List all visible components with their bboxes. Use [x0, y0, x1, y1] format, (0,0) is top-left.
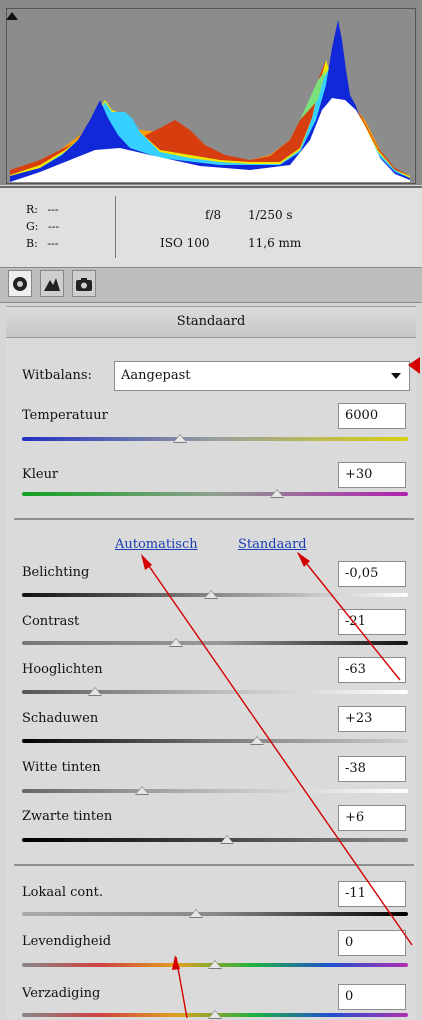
- annotation-arrow-default-line: [297, 552, 401, 681]
- annotation-arrow-auto-line: [141, 555, 413, 946]
- annotation-arrowhead-whitebalance: [408, 357, 420, 374]
- annotation-overlay: [141, 357, 420, 1019]
